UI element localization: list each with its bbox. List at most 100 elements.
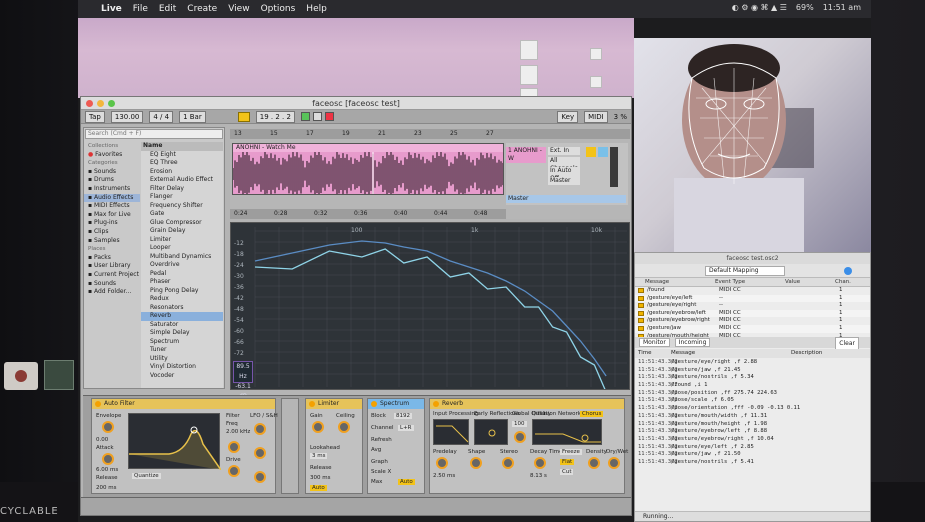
browser-item[interactable]: Multiband Dynamics: [141, 253, 223, 262]
browser-item[interactable]: Saturator: [141, 321, 223, 330]
sidebar-item-audio-effects[interactable]: ▪ Audio Effects: [84, 193, 140, 203]
menu-create[interactable]: Create: [187, 4, 217, 14]
browser-item[interactable]: Filter Delay: [141, 185, 223, 194]
browser-item[interactable]: Looper: [141, 244, 223, 253]
browser-item[interactable]: Overdrive: [141, 261, 223, 270]
sidebar-item-max-for-live[interactable]: ▪ Max for Live: [84, 211, 140, 220]
solo-button[interactable]: [598, 147, 608, 157]
envelope-knob[interactable]: [102, 421, 114, 433]
browser-search[interactable]: Search (Cmd + F): [85, 129, 223, 139]
browser-item[interactable]: Utility: [141, 355, 223, 364]
shape-knob[interactable]: [470, 457, 482, 469]
browser-item[interactable]: Redux: [141, 295, 223, 304]
browser-item[interactable]: Flanger: [141, 193, 223, 202]
channel-select[interactable]: L+R: [398, 425, 414, 431]
sidebar-item-samples[interactable]: ▪ Samples: [84, 237, 140, 246]
browser-item[interactable]: Erosion: [141, 168, 223, 177]
time-signature[interactable]: 4 / 4: [149, 110, 174, 123]
name-column-header[interactable]: Name: [141, 142, 223, 151]
mapping-row[interactable]: /gesture/eyebrow/right MIDI CC 1: [635, 317, 870, 325]
mapping-row[interactable]: /gesture/eye/left -- 1: [635, 294, 870, 303]
enable-checkbox[interactable]: [638, 288, 644, 293]
tab-incoming[interactable]: Incoming: [674, 338, 711, 347]
song-position[interactable]: 19 . 2 . 2: [255, 110, 295, 123]
enable-checkbox[interactable]: [638, 310, 644, 316]
track-header[interactable]: 1 ANOHNI - W: [506, 147, 546, 163]
density-knob[interactable]: [588, 457, 600, 469]
dry-wet-knob[interactable]: [608, 457, 620, 469]
event-type[interactable]: --: [719, 302, 789, 310]
gain-knob[interactable]: [312, 421, 324, 433]
enable-checkbox[interactable]: [638, 295, 644, 301]
sidebar-item-plugins[interactable]: ▪ Plug-ins: [84, 219, 140, 228]
device-title[interactable]: Auto Filter: [92, 399, 275, 409]
browser-item[interactable]: Frequency Shifter: [141, 202, 223, 211]
event-type[interactable]: MIDI CC: [719, 325, 789, 333]
predelay-knob[interactable]: [436, 457, 448, 469]
browser-item[interactable]: Glue Compressor: [141, 219, 223, 228]
enable-checkbox[interactable]: [638, 318, 644, 324]
attack-knob[interactable]: [102, 453, 114, 465]
menu-help[interactable]: Help: [306, 4, 327, 14]
decay-knob[interactable]: [534, 457, 546, 469]
output-select[interactable]: Master: [548, 177, 580, 185]
event-type[interactable]: MIDI CC: [719, 287, 789, 295]
browser-item[interactable]: Phaser: [141, 278, 223, 287]
sidebar-item-clips[interactable]: ▪ Clips: [84, 228, 140, 237]
menu-app[interactable]: Live: [101, 4, 122, 14]
browser-item[interactable]: Ping Pong Delay: [141, 287, 223, 296]
browser-item[interactable]: Resonators: [141, 304, 223, 313]
time-ruler[interactable]: 0:24 0:28 0:32 0:36 0:40 0:44 0:48: [230, 209, 506, 219]
quantize-button[interactable]: Quantize: [132, 473, 161, 479]
sidebar-item-packs[interactable]: ▪ Packs: [84, 254, 140, 263]
desktop-file-icon[interactable]: [590, 76, 602, 88]
flat-button[interactable]: Flat: [560, 459, 575, 465]
cut-button[interactable]: Cut: [560, 469, 574, 475]
mapping-row[interactable]: /found MIDI CC 1: [635, 287, 870, 295]
browser-item[interactable]: Limiter: [141, 236, 223, 245]
play-button[interactable]: [300, 112, 310, 121]
device-freq-shifter-collapsed[interactable]: [281, 398, 299, 494]
desktop-file-icon[interactable]: [590, 48, 602, 60]
block-select[interactable]: 8192: [394, 413, 412, 419]
size-knob[interactable]: [514, 431, 526, 443]
early-reflections-display[interactable]: [474, 419, 508, 445]
tap-button[interactable]: Tap: [85, 110, 105, 123]
browser-item[interactable]: Gate: [141, 210, 223, 219]
browser-item[interactable]: Reverb: [141, 312, 223, 321]
menu-clock[interactable]: 11:51 am: [823, 3, 861, 12]
event-type[interactable]: MIDI CC: [719, 310, 789, 318]
channel[interactable]: 1: [839, 310, 843, 318]
battery-indicator[interactable]: 69%: [796, 3, 814, 12]
info-icon[interactable]: [844, 267, 852, 275]
mapping-select[interactable]: Default Mapping: [705, 266, 785, 276]
input-filter-display[interactable]: [433, 419, 469, 445]
browser-item[interactable]: Simple Delay: [141, 329, 223, 338]
tempo-field[interactable]: 130.00: [110, 110, 144, 123]
sidebar-item-instruments[interactable]: ▪ Instruments: [84, 185, 140, 194]
quantization-menu[interactable]: 1 Bar: [179, 110, 206, 123]
audio-clip[interactable]: ANOHNI - Watch Me: [232, 143, 504, 195]
enable-checkbox[interactable]: [638, 303, 644, 309]
auto-button[interactable]: Auto: [310, 485, 327, 491]
channel[interactable]: 1: [839, 325, 843, 333]
zoom-icon[interactable]: [108, 100, 115, 107]
close-icon[interactable]: [86, 100, 93, 107]
browser-item[interactable]: EQ Three: [141, 159, 223, 168]
record-button[interactable]: [324, 112, 334, 121]
follow-button[interactable]: [237, 111, 250, 122]
minimize-icon[interactable]: [97, 100, 104, 107]
event-type[interactable]: MIDI CC: [719, 317, 789, 325]
res-knob[interactable]: [228, 441, 240, 453]
timeline-ruler[interactable]: 13 15 17 19 21 23 25 27: [230, 129, 630, 139]
menu-file[interactable]: File: [133, 4, 148, 14]
device-title[interactable]: Limiter: [306, 399, 362, 409]
sidebar-item-sounds-place[interactable]: ▪ Sounds: [84, 280, 140, 289]
menu-view[interactable]: View: [228, 4, 249, 14]
sidebar-item-user-library[interactable]: ▪ User Library: [84, 262, 140, 271]
menu-edit[interactable]: Edit: [159, 4, 176, 14]
sidebar-item-sounds[interactable]: ▪ Sounds: [84, 168, 140, 177]
browser-item[interactable]: EQ Eight: [141, 151, 223, 160]
auto-button[interactable]: Auto: [398, 479, 415, 485]
tab-monitor[interactable]: Monitor: [639, 338, 670, 347]
